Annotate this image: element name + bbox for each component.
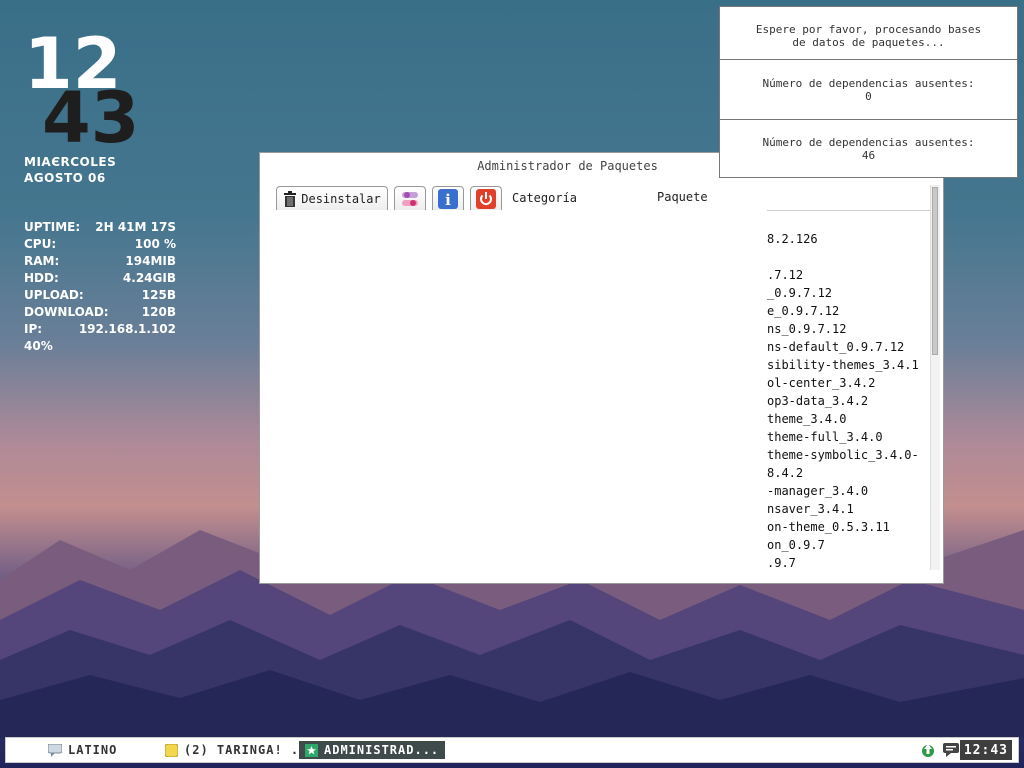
list-item[interactable]: on_0.9.7	[767, 536, 930, 554]
header-divider	[767, 210, 930, 211]
task-package-manager[interactable]: ADMINISTRAD...	[299, 741, 446, 759]
list-item[interactable]: ol-center_3.4.2	[767, 374, 930, 392]
list-item[interactable]: sibility-themes_3.4.1	[767, 356, 930, 374]
package-list-items: 8.2.126 .7.12 _0.9.7.12 e_0.9.7.12 ns_0.…	[767, 230, 930, 570]
list-item[interactable]: _0.9.7.12	[767, 284, 930, 302]
stat-hdd: HDD: 4.24GIB	[24, 271, 176, 285]
list-item[interactable]: -manager_3.4.0	[767, 482, 930, 500]
date-display: MIAЄRCOLES AGOSTO 06	[24, 154, 174, 186]
stat-battery: 40%	[24, 339, 53, 353]
month-day: AGOSTO 06	[24, 171, 106, 185]
stat-ip: IP: 192.168.1.102	[24, 322, 176, 336]
list-item[interactable]: theme_3.4.0	[767, 410, 930, 428]
task-label: ADMINISTRAD...	[324, 743, 440, 757]
taskbar-clock[interactable]: 12:43	[959, 740, 1012, 760]
system-stats: UPTIME: 2H 41M 17S CPU: 100 % RAM: 194MIB H…	[24, 219, 176, 355]
weekday: MIAЄRCOLES	[24, 155, 117, 169]
stat-download: DOWNLOAD: 120B	[24, 305, 176, 319]
notification-dependencies-46[interactable]: Número de dependencias ausentes: 46	[719, 119, 1018, 178]
list-item[interactable]: theme-symbolic_3.4.0-	[767, 446, 930, 464]
list-item[interactable]: 8.4.2	[767, 464, 930, 482]
power-icon	[476, 188, 496, 209]
star-icon	[305, 743, 318, 757]
list-item[interactable]: 8.2.126	[767, 230, 930, 248]
toggle-icon	[402, 191, 418, 206]
stat-uptime: UPTIME: 2H 41M 17S	[24, 220, 176, 234]
task-label: (2) TARINGA! ...	[184, 743, 316, 757]
list-item[interactable]: .7.12	[767, 266, 930, 284]
stat-cpu: CPU: 100 %	[24, 237, 176, 251]
stat-ram: RAM: 194MIB	[24, 254, 176, 268]
quit-button[interactable]	[470, 186, 502, 210]
notification-dependencies-0[interactable]: Número de dependencias ausentes: 0	[719, 59, 1018, 120]
package-manager-window[interactable]: Administrador de Paquetes Desinstalar i …	[259, 152, 944, 584]
package-list[interactable]: 8.2.126 .7.12 _0.9.7.12 e_0.9.7.12 ns_0.…	[767, 185, 930, 570]
notification-processing[interactable]: Espere por favor, procesando bases de da…	[719, 6, 1018, 65]
column-header-category[interactable]: Categoría	[512, 191, 577, 205]
stat-upload: UPLOAD: 125B	[24, 288, 176, 302]
svg-text:i: i	[445, 191, 451, 209]
list-item[interactable]: ns_0.9.7.12	[767, 320, 930, 338]
task-taringa[interactable]: (2) TARINGA! ...	[165, 741, 316, 759]
browser-icon	[165, 743, 178, 757]
column-header-package[interactable]: Paquete	[657, 190, 708, 204]
list-item[interactable]	[767, 248, 930, 266]
list-item[interactable]: e_0.9.7.12	[767, 302, 930, 320]
vertical-scrollbar[interactable]	[930, 185, 940, 570]
list-item[interactable]: nsaver_3.4.1	[767, 500, 930, 518]
info-button[interactable]: i	[432, 186, 464, 210]
clock-minutes: 43	[42, 77, 139, 146]
list-item[interactable]: op3-data_3.4.2	[767, 392, 930, 410]
taskbar: LATINO (2) TARINGA! ... ADMINISTRAD... 1…	[5, 737, 1019, 763]
list-item[interactable]: theme-full_3.4.0	[767, 428, 930, 446]
preferences-button[interactable]	[394, 186, 426, 210]
toolbar: Desinstalar i	[276, 186, 502, 210]
task-latino[interactable]: LATINO	[48, 741, 117, 759]
trash-icon	[284, 190, 297, 207]
task-label: LATINO	[68, 743, 118, 757]
uninstall-button[interactable]: Desinstalar	[276, 186, 388, 210]
scrollbar-thumb[interactable]	[932, 187, 938, 355]
list-item[interactable]: .9.7	[767, 554, 930, 570]
update-icon[interactable]	[920, 742, 936, 758]
clock-logo: 12 43	[24, 26, 139, 146]
list-item[interactable]: ns-default_0.9.7.12	[767, 338, 930, 356]
info-icon: i	[438, 188, 458, 209]
message-icon[interactable]	[943, 743, 959, 757]
uninstall-label: Desinstalar	[301, 191, 381, 206]
chat-icon	[48, 743, 62, 757]
list-item[interactable]: on-theme_0.5.3.11	[767, 518, 930, 536]
